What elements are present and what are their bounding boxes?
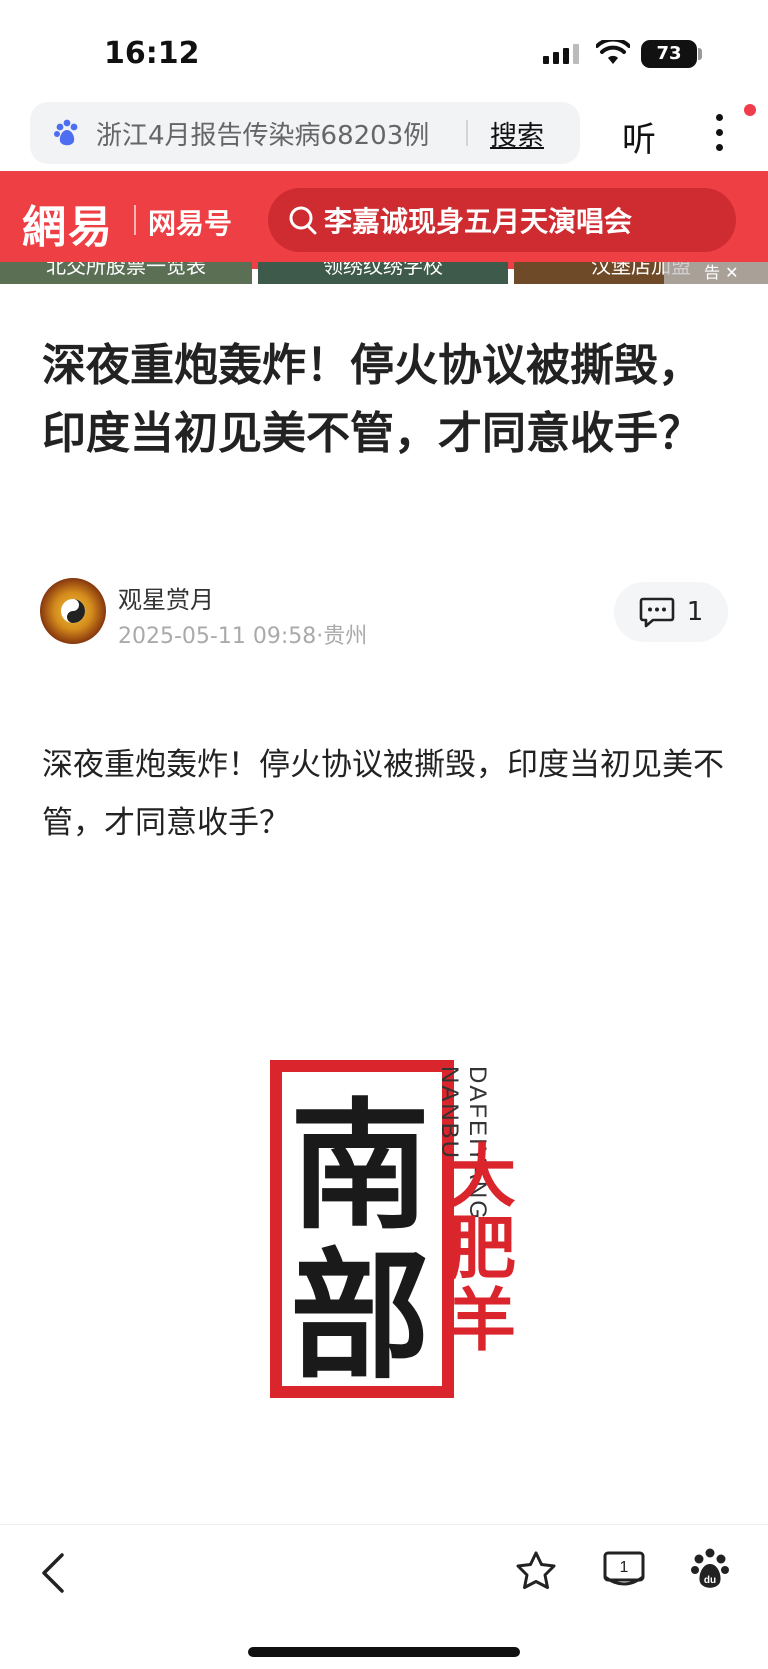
netease-search-bar[interactable]: 李嘉诚现身五月天演唱会 <box>268 188 736 252</box>
baidu-paw-icon <box>54 119 78 146</box>
image-side-text: 羊 <box>448 1281 516 1361</box>
home-indicator <box>248 1647 520 1657</box>
ad-item[interactable]: 北交所股票一览表 <box>0 262 252 284</box>
search-divider <box>466 120 468 146</box>
browser-search-box[interactable]: 浙江4月报告传染病68203例 搜索 <box>30 102 580 164</box>
author-row: 观星赏月 2025-05-11 09:58·贵州 1 <box>40 576 728 649</box>
image-char: 南 <box>290 1085 430 1249</box>
author-avatar[interactable] <box>40 578 106 644</box>
article-title: 深夜重炮轰炸！停火协议被撕毁，印度当初见美不管，才同意收手？ <box>42 340 702 459</box>
article-meta: 2025-05-11 09:58·贵州 <box>118 624 368 649</box>
netease-logo[interactable]: 網易 <box>22 191 114 255</box>
back-icon[interactable] <box>38 1551 68 1595</box>
notification-dot <box>744 104 756 116</box>
image-char: 部 <box>290 1235 430 1399</box>
image-side-text: 大 <box>448 1137 516 1217</box>
svg-text:du: du <box>704 1575 716 1586</box>
signal-icon <box>543 44 579 64</box>
search-icon <box>289 206 317 235</box>
article-image: 南部 DAFEIYANG NANBU 大 肥 羊 <box>270 1060 516 1399</box>
comment-count: 1 <box>686 597 704 627</box>
search-button[interactable]: 搜索 <box>490 114 544 153</box>
baidu-home-icon[interactable]: du <box>690 1547 730 1591</box>
netease-header: 網易 网易号 李嘉诚现身五月天演唱会 <box>0 171 768 269</box>
tabs-count: 1 <box>620 1559 629 1576</box>
author-name[interactable]: 观星赏月 <box>118 580 214 615</box>
browser-bottom-bar: 1 du <box>0 1524 768 1669</box>
avatar-emblem <box>61 599 85 623</box>
comment-icon <box>639 597 675 628</box>
browser-toolbar: 浙江4月报告传染病68203例 搜索 听 <box>0 100 768 170</box>
ad-strip[interactable]: 北交所股票一览表 领绣纹绣学校 汉堡店加盟 告 ✕ <box>0 262 768 284</box>
comment-button[interactable]: 1 <box>614 582 728 642</box>
image-char-1: 南部 <box>290 1085 430 1399</box>
wifi-icon <box>596 40 630 64</box>
netease-search-text: 李嘉诚现身五月天演唱会 <box>324 205 633 238</box>
ad-close-button[interactable]: 告 ✕ <box>664 262 768 284</box>
netease-channel-label[interactable]: 网易号 <box>148 202 232 242</box>
bookmark-star-icon[interactable] <box>514 1549 558 1593</box>
ad-item[interactable]: 领绣纹绣学校 <box>258 262 508 284</box>
browser-search-query[interactable]: 浙江4月报告传染病68203例 <box>96 115 456 152</box>
battery-icon: 73 <box>641 40 697 68</box>
more-menu-icon[interactable] <box>714 114 724 151</box>
image-side-text: 肥 <box>448 1209 516 1289</box>
tabs-icon[interactable]: 1 <box>602 1547 646 1593</box>
header-divider <box>134 205 136 235</box>
status-time: 16:12 <box>104 36 200 71</box>
article-body: 深夜重炮轰炸！停火协议被撕毁，印度当初见美不管，才同意收手？ <box>42 747 724 841</box>
status-bar: 16:12 73 <box>0 0 768 100</box>
listen-button[interactable]: 听 <box>622 112 656 161</box>
battery-cap <box>698 48 702 60</box>
